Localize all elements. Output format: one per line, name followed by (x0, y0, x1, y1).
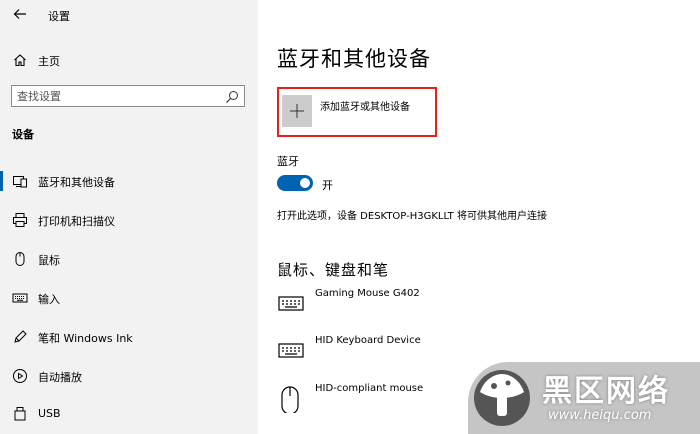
bluetooth-label: 蓝牙 (277, 155, 299, 168)
discoverable-text: 打开此选项，设备 DESKTOP-H3GKLLT 将可供其他用户连接 (277, 211, 547, 222)
sidebar: 设置 主页 设备 蓝牙和其他设备 打印机和扫描仪 鼠标 (0, 0, 258, 434)
back-arrow-icon[interactable] (12, 6, 28, 22)
sidebar-item-label: 主页 (38, 55, 60, 68)
toggle-knob (300, 178, 310, 188)
sidebar-item-usb[interactable]: USB (0, 399, 258, 429)
sidebar-item-printers[interactable]: 打印机和扫描仪 (0, 205, 258, 235)
keyboard-icon (277, 337, 305, 365)
sidebar-item-label: 蓝牙和其他设备 (38, 176, 115, 189)
mouse-icon (12, 251, 28, 267)
autoplay-icon (12, 368, 28, 384)
sidebar-item-label: 鼠标 (38, 254, 60, 267)
bluetooth-state: 开 (322, 179, 333, 192)
sidebar-item-label: USB (38, 407, 61, 420)
highlight-box: 添加蓝牙或其他设备 (277, 87, 437, 137)
mouse-icon (277, 385, 305, 415)
bluetooth-toggle[interactable] (277, 175, 313, 191)
page-title: 蓝牙和其他设备 (277, 47, 431, 71)
sidebar-item-label: 自动播放 (38, 371, 82, 384)
sidebar-item-autoplay[interactable]: 自动播放 (0, 361, 258, 391)
device-name: HID-compliant mouse (315, 383, 424, 394)
home-icon (12, 52, 28, 68)
watermark-text: 黑区网络 (542, 374, 670, 409)
printer-icon (12, 212, 28, 228)
mushroom-logo-icon (468, 362, 536, 430)
watermark: 黑区网络 www.heiqu.com (468, 362, 700, 434)
bluetooth-devices-icon (12, 173, 28, 189)
sidebar-item-typing[interactable]: 输入 (0, 283, 258, 313)
sidebar-item-bluetooth[interactable]: 蓝牙和其他设备 (0, 166, 258, 196)
keyboard-icon (12, 290, 28, 306)
sidebar-item-mouse[interactable]: 鼠标 (0, 244, 258, 274)
sidebar-item-home[interactable]: 主页 (0, 50, 258, 70)
keyboard-icon (277, 290, 305, 318)
watermark-url: www.heiqu.com (548, 408, 652, 423)
usb-icon (12, 406, 28, 422)
search-box (11, 85, 245, 107)
section-title: 设备 (12, 128, 34, 141)
sidebar-item-pen[interactable]: 笔和 Windows Ink (0, 322, 258, 352)
plus-icon (282, 95, 312, 127)
window-title: 设置 (48, 10, 70, 23)
device-name: HID Keyboard Device (315, 335, 421, 346)
sidebar-item-label: 笔和 Windows Ink (38, 332, 133, 345)
peripherals-title: 鼠标、键盘和笔 (277, 261, 390, 279)
active-indicator (0, 171, 3, 191)
pen-icon (12, 329, 28, 345)
device-name: Gaming Mouse G402 (315, 288, 420, 299)
add-device-label: 添加蓝牙或其他设备 (320, 102, 410, 113)
sidebar-item-label: 打印机和扫描仪 (38, 215, 115, 228)
search-input[interactable] (12, 86, 212, 106)
add-device-button[interactable]: 添加蓝牙或其他设备 (282, 95, 432, 131)
device-item[interactable]: Gaming Mouse G402 (277, 288, 577, 322)
sidebar-item-label: 输入 (38, 293, 60, 306)
search-icon[interactable] (225, 89, 239, 103)
